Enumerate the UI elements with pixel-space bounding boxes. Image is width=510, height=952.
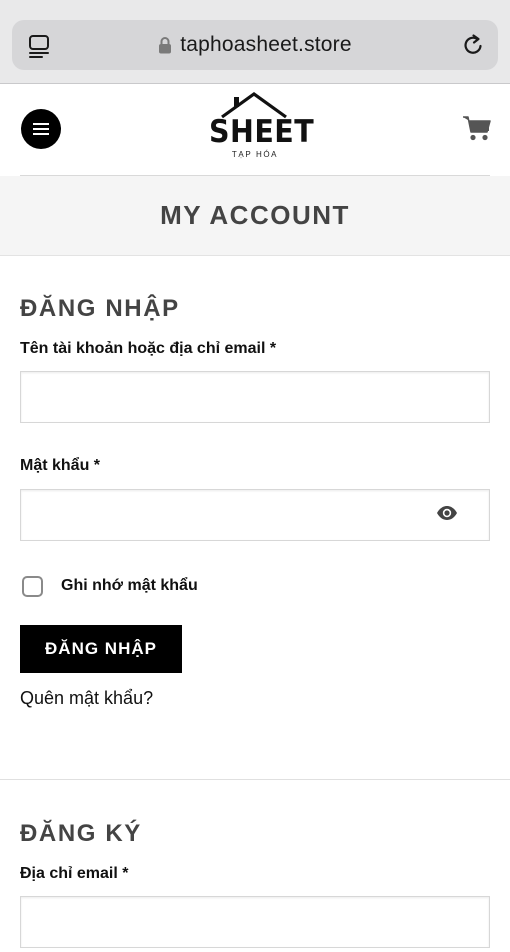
forgot-password-link[interactable]: Quên mật khẩu? <box>20 688 153 709</box>
reload-icon[interactable] <box>460 32 486 58</box>
browser-toolbar: taphoasheet.store <box>0 0 510 84</box>
page-title: MY ACCOUNT <box>160 200 350 230</box>
register-email-label: Địa chỉ email * <box>20 865 129 882</box>
password-label: Mật khẩu * <box>20 457 101 474</box>
login-heading: ĐĂNG NHẬP <box>20 295 180 322</box>
page-title-band: MY ACCOUNT <box>0 176 510 256</box>
logo-subtitle: TẠP HÓA <box>231 150 279 159</box>
url-display[interactable]: taphoasheet.store <box>12 20 498 70</box>
username-input[interactable] <box>20 371 490 423</box>
site-header: SHEET TẠP HÓA <box>0 84 510 176</box>
lock-icon <box>159 37 172 54</box>
section-divider <box>0 779 510 780</box>
menu-button[interactable] <box>21 109 61 149</box>
remember-row[interactable]: Ghi nhớ mật khẩu <box>22 574 198 598</box>
url-text: taphoasheet.store <box>180 33 352 56</box>
password-input[interactable] <box>20 489 490 541</box>
eye-icon[interactable] <box>436 505 458 521</box>
register-heading: ĐĂNG KÝ <box>20 820 142 847</box>
site-logo[interactable]: SHEET TẠP HÓA <box>205 90 315 166</box>
register-email-input[interactable] <box>20 896 490 948</box>
login-button[interactable]: ĐĂNG NHẬP <box>20 625 182 673</box>
address-bar[interactable]: taphoasheet.store <box>12 20 498 70</box>
remember-label: Ghi nhớ mật khẩu <box>61 577 198 594</box>
cart-icon[interactable] <box>462 114 492 142</box>
username-label: Tên tài khoản hoặc địa chỉ email * <box>20 340 277 357</box>
hamburger-menu-icon <box>33 123 49 135</box>
remember-checkbox[interactable] <box>22 575 43 597</box>
logo-wordmark: SHEET <box>209 114 315 150</box>
